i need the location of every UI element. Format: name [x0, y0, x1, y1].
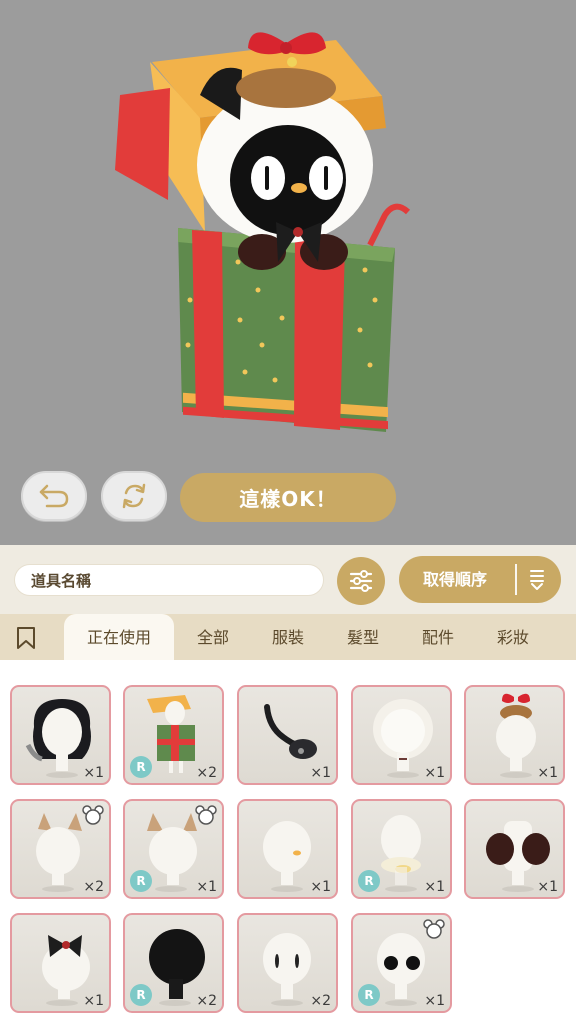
- filter-sliders-icon: [349, 570, 373, 592]
- tab-currently-using[interactable]: 正在使用: [64, 614, 174, 660]
- item-quantity: ×1: [310, 879, 331, 895]
- category-tabs: 正在使用 全部 服裝 髮型 配件 彩妝: [0, 614, 576, 660]
- item-face-mouth[interactable]: ×1: [237, 799, 338, 899]
- rare-badge: R: [358, 870, 380, 892]
- item-name-search-input[interactable]: 道具名稱: [14, 564, 324, 596]
- item-quantity: ×2: [196, 765, 217, 781]
- filter-button[interactable]: [337, 557, 385, 605]
- undo-button[interactable]: [21, 471, 87, 521]
- item-tadpole-tail[interactable]: ×1: [237, 685, 338, 785]
- item-grid: ×1 R ×2 ×1 ×1 ×1 ×2 R ×1 ×1 R ×1 ×1 ×1 R…: [0, 660, 576, 1024]
- item-slit-eyes[interactable]: ×2: [237, 913, 338, 1013]
- tab-makeup[interactable]: 彩妝: [483, 614, 543, 660]
- item-quantity: ×1: [537, 879, 558, 895]
- item-white-lace-bonnet[interactable]: ×1: [351, 685, 452, 785]
- undo-icon: [39, 484, 69, 508]
- bear-event-icon: [195, 805, 217, 825]
- item-quantity: ×1: [537, 765, 558, 781]
- avatar-preview: 這樣OK！: [0, 0, 576, 545]
- avatar-illustration: [115, 32, 411, 432]
- rare-badge: R: [358, 984, 380, 1006]
- search-toolbar: 道具名稱 取得順序: [0, 545, 576, 614]
- refresh-button[interactable]: [101, 471, 167, 521]
- bear-event-icon: [82, 805, 104, 825]
- item-quantity: ×1: [83, 765, 104, 781]
- item-quantity: ×1: [83, 993, 104, 1009]
- sort-order-button[interactable]: 取得順序: [399, 556, 561, 603]
- refresh-icon: [122, 483, 146, 509]
- sort-order-label: 取得順序: [423, 570, 488, 589]
- item-quantity: ×2: [196, 993, 217, 1009]
- rare-badge: R: [130, 984, 152, 1006]
- tab-hairstyle[interactable]: 髮型: [333, 614, 393, 660]
- sort-direction-icon[interactable]: [527, 568, 547, 592]
- item-quantity: ×1: [424, 765, 445, 781]
- item-quantity: ×1: [310, 765, 331, 781]
- item-quantity: ×1: [424, 879, 445, 895]
- item-cat-ears-tan[interactable]: ×2: [10, 799, 111, 899]
- item-fur-muff[interactable]: ×1: [464, 799, 565, 899]
- item-quantity: ×2: [83, 879, 104, 895]
- tab-clothing[interactable]: 服裝: [258, 614, 318, 660]
- item-black-wavy-hair[interactable]: ×1: [10, 685, 111, 785]
- bookmark-icon[interactable]: [15, 626, 37, 650]
- item-black-hood[interactable]: R ×2: [123, 913, 224, 1013]
- rare-badge: R: [130, 756, 152, 778]
- item-quantity: ×1: [196, 879, 217, 895]
- bear-event-icon: [423, 919, 445, 939]
- item-pinecone-bow-hat[interactable]: ×1: [464, 685, 565, 785]
- tab-accessories[interactable]: 配件: [408, 614, 468, 660]
- item-black-white-bow[interactable]: ×1: [10, 913, 111, 1013]
- item-quantity: ×2: [310, 993, 331, 1009]
- tab-all[interactable]: 全部: [183, 614, 243, 660]
- item-round-black-eyes[interactable]: R ×1: [351, 913, 452, 1013]
- item-gift-box-outfit[interactable]: R ×2: [123, 685, 224, 785]
- item-quantity: ×1: [424, 993, 445, 1009]
- divider: [515, 564, 517, 595]
- item-collar-bell[interactable]: R ×1: [351, 799, 452, 899]
- rare-badge: R: [130, 870, 152, 892]
- item-cat-ears-tan-variant[interactable]: R ×1: [123, 799, 224, 899]
- confirm-ok-button[interactable]: 這樣OK！: [180, 473, 396, 522]
